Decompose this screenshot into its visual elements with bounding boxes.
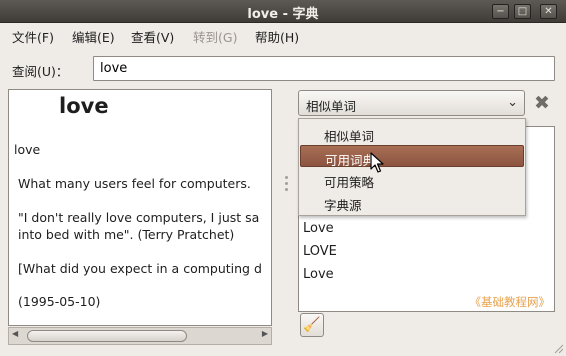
scroll-right-icon[interactable]: ▶ — [262, 329, 268, 338]
scrollbar-thumb[interactable] — [27, 330, 187, 342]
result-item[interactable]: LOVE — [303, 244, 337, 259]
dropdown-item-label: 可用策略 — [324, 175, 375, 190]
menu-file[interactable]: 文件(F) — [12, 27, 54, 46]
watermark: 《基础教程网》 — [469, 295, 551, 309]
pane-splitter[interactable] — [283, 176, 289, 202]
menu-edit[interactable]: 编辑(E) — [72, 27, 115, 46]
definition-line: love — [14, 142, 41, 157]
definition-line: "I don't really love computers, I just s… — [18, 210, 260, 225]
minimize-button[interactable]: − — [492, 4, 509, 19]
sidebar-combo[interactable]: 相似单词 ⌄ — [298, 90, 525, 116]
grip-dot — [284, 188, 288, 191]
menu-help[interactable]: 帮助(H) — [255, 27, 299, 46]
grip-dot — [284, 182, 288, 185]
dropdown-item-dictionary-sources[interactable]: 字典源 — [300, 191, 524, 213]
horizontal-scrollbar[interactable]: ◀ ▶ — [8, 327, 272, 345]
definition-headword: love — [59, 94, 109, 118]
resize-grip-icon[interactable] — [554, 344, 564, 354]
definition-line: into bed with me". (Terry Pratchet) — [18, 227, 235, 242]
close-button[interactable]: ✕ — [540, 4, 557, 19]
menu-goto[interactable]: 转到(G) — [193, 27, 237, 46]
clear-icon[interactable]: ✖ — [532, 93, 552, 113]
search-label: 查阅(U)： — [12, 64, 69, 79]
broom-icon: 🧹 — [303, 317, 321, 333]
mouse-cursor-icon — [370, 152, 384, 173]
definition-line: [What did you expect in a computing d — [18, 261, 262, 276]
title-bar: love - 字典 − □ ✕ — [0, 0, 566, 23]
definition-line: What many users feel for computers. — [18, 176, 251, 191]
definition-line: (1995-05-10) — [18, 294, 101, 309]
dropdown-item-label: 字典源 — [324, 198, 362, 213]
dropdown-item-label: 可用词典 — [325, 153, 376, 168]
definition-pane[interactable]: love love What many users feel for compu… — [8, 89, 272, 326]
dropdown-item-available-dictionaries[interactable]: 可用词典 — [300, 145, 524, 168]
result-item[interactable]: Love — [303, 221, 334, 236]
search-input[interactable] — [93, 56, 555, 81]
combo-selected: 相似单词 — [306, 99, 357, 114]
result-item[interactable]: Love — [303, 267, 334, 282]
menu-bar: 文件(F) 编辑(E) 查看(V) 转到(G) 帮助(H) — [0, 23, 566, 47]
menu-view[interactable]: 查看(V) — [131, 27, 174, 46]
dropdown-item-available-strategies[interactable]: 可用策略 — [300, 168, 524, 190]
chevron-down-icon: ⌄ — [507, 95, 518, 110]
grip-dot — [284, 176, 288, 179]
scroll-left-icon[interactable]: ◀ — [12, 329, 18, 338]
dropdown-item-label: 相似单词 — [324, 129, 375, 144]
window-title: love - 字典 — [247, 7, 319, 22]
combo-dropdown: 相似单词 可用词典 可用策略 字典源 — [298, 118, 526, 216]
maximize-button[interactable]: □ — [514, 4, 531, 19]
dropdown-item-similar-words[interactable]: 相似单词 — [300, 122, 524, 144]
clear-results-button[interactable]: 🧹 — [300, 313, 324, 337]
